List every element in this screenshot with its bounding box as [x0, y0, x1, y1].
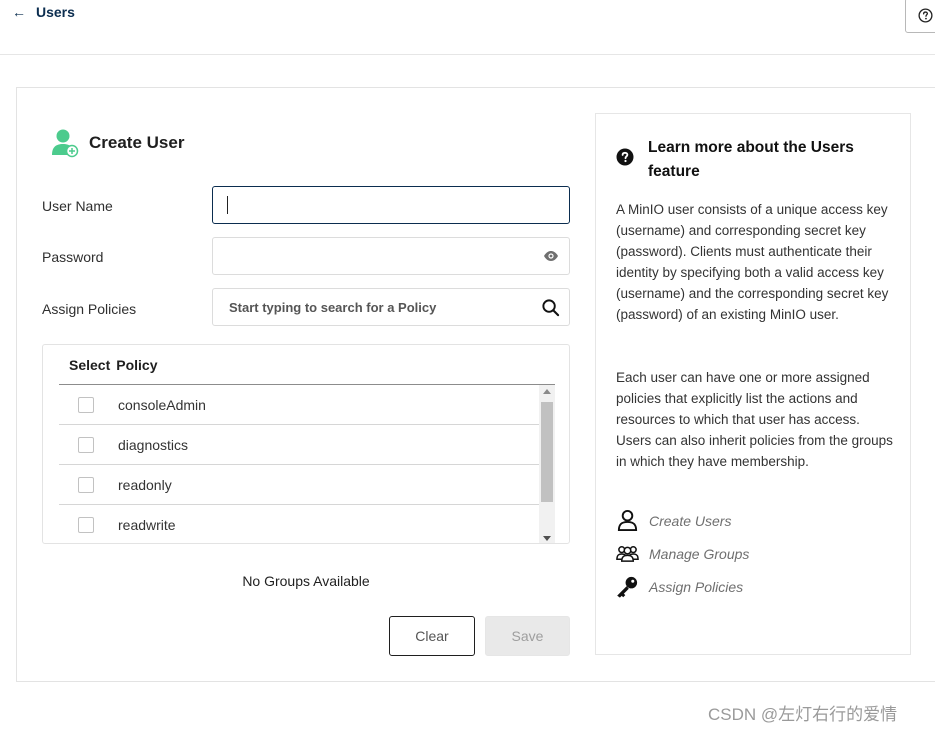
create-user-panel: Create User User Name Password Assign Po…	[16, 87, 935, 682]
save-button[interactable]: Save	[485, 616, 570, 656]
policy-name: consoleAdmin	[118, 396, 206, 413]
clear-button[interactable]: Clear	[389, 616, 475, 656]
user-add-icon	[52, 129, 79, 158]
back-arrow-icon: ←	[12, 4, 26, 20]
policy-search-wrapper	[212, 288, 570, 326]
back-to-users-link[interactable]: ← Users	[12, 4, 75, 20]
policy-table-header: Select Policy	[59, 345, 555, 385]
scroll-up-arrow-icon[interactable]	[543, 389, 551, 394]
users-group-icon	[616, 546, 639, 562]
manage-groups-label: Manage Groups	[649, 545, 750, 562]
policy-checkbox[interactable]	[78, 396, 94, 413]
create-users-label: Create Users	[649, 512, 732, 529]
manage-groups-link[interactable]: Manage Groups	[616, 542, 749, 565]
assign-policies-link[interactable]: Assign Policies	[616, 575, 743, 598]
table-row[interactable]: readonly	[59, 465, 539, 505]
help-paragraph-2: Each user can have one or more assigned …	[616, 370, 893, 469]
policy-list-scrollbar[interactable]	[539, 385, 555, 543]
policy-checkbox[interactable]	[78, 476, 94, 493]
help-card-header: Learn more about the Users feature	[616, 136, 888, 184]
scroll-down-arrow-icon[interactable]	[543, 536, 551, 541]
user-icon	[617, 509, 638, 532]
page-title: Users	[36, 4, 75, 20]
question-circle-icon	[918, 8, 933, 23]
policy-name: diagnostics	[118, 436, 189, 453]
policy-table: Select Policy consoleAdmin diagnostics r…	[42, 344, 570, 544]
scrollbar-thumb[interactable]	[541, 402, 553, 502]
password-label: Password	[42, 249, 104, 265]
no-groups-message: No Groups Available	[242, 573, 370, 589]
policy-checkbox[interactable]	[78, 436, 94, 453]
password-input-wrapper	[212, 237, 570, 275]
select-column-header: Select	[69, 356, 111, 373]
help-card: Learn more about the Users feature A Min…	[595, 113, 911, 655]
username-input-wrapper	[212, 186, 570, 224]
form-title: Create User	[89, 133, 185, 152]
help-button[interactable]	[905, 0, 935, 33]
policy-list: consoleAdmin diagnostics readonly readwr…	[59, 385, 539, 543]
policy-search-input[interactable]	[213, 289, 569, 325]
policy-name: readwrite	[118, 516, 176, 533]
watermark: CSDN @左灯右行的爱情	[708, 705, 898, 724]
form-header: Create User	[51, 128, 184, 158]
username-input[interactable]	[213, 187, 569, 223]
table-row[interactable]: diagnostics	[59, 425, 539, 465]
top-bar: ← Users	[0, 0, 935, 55]
assign-policies-label: Assign Policies	[42, 301, 137, 317]
question-circle-filled-icon	[616, 148, 634, 166]
policy-name: readonly	[118, 476, 172, 493]
text-caret	[227, 196, 228, 214]
key-icon	[617, 576, 638, 598]
show-password-eye-icon[interactable]	[543, 249, 559, 263]
assign-policies-label: Assign Policies	[649, 578, 744, 595]
username-label: User Name	[42, 198, 113, 214]
password-input[interactable]	[213, 238, 569, 274]
policy-checkbox[interactable]	[78, 516, 94, 533]
table-row[interactable]: consoleAdmin	[59, 385, 539, 425]
policy-column-header: Policy	[116, 356, 158, 373]
help-title: Learn more about the Users feature	[648, 139, 854, 180]
table-row[interactable]: readwrite	[59, 505, 539, 543]
help-paragraph-1: A MinIO user consists of a unique access…	[616, 202, 889, 322]
create-users-link[interactable]: Create Users	[616, 509, 731, 532]
search-icon[interactable]	[541, 298, 560, 317]
